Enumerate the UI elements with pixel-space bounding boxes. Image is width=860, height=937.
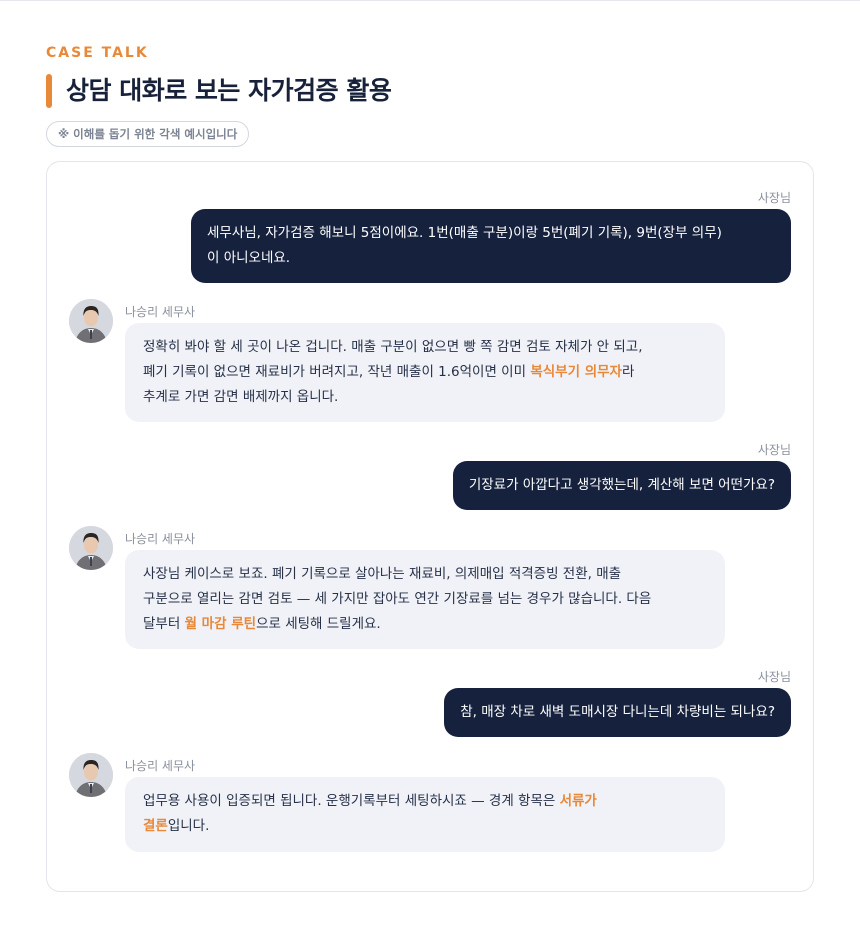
advisor-message-bubble: 정확히 봐야 할 세 곳이 나온 겁니다. 매출 구분이 없으면 빵 쪽 감면 … — [125, 323, 725, 422]
owner-message-bubble: 기장료가 아깝다고 생각했는데, 계산해 보면 어떤가요? — [452, 461, 791, 510]
message-line: 세무사님, 자가검증 해보니 5점이에요. 1번(매출 구분)이랑 5번(폐기 … — [207, 225, 722, 241]
message-line: 기장료가 아깝다고 생각했는데, 계산해 보면 어떤가요? — [468, 477, 775, 493]
owner-speaker-label: 사장님 — [757, 670, 791, 684]
message-line: 결론입니다. — [143, 814, 707, 839]
advisor-name-label: 나승리 세무사 — [125, 305, 196, 319]
advisor-name-label: 나승리 세무사 — [125, 532, 196, 546]
highlight-term: 서류가 — [559, 793, 597, 809]
highlight-term: 월 마감 루틴 — [184, 616, 257, 632]
advisor-avatar — [69, 526, 113, 570]
disclaimer-badge: ※ 이해를 돕기 위한 각색 예시입니다 — [46, 121, 250, 147]
message-text: 으로 세팅해 드릴게요. — [256, 616, 381, 632]
title-accent-bar — [46, 74, 52, 108]
advisor-message-bubble: 사장님 케이스로 보죠. 폐기 기록으로 살아나는 재료비, 의제매입 적격증빙… — [125, 550, 725, 649]
person-icon — [69, 753, 113, 797]
message-text: 업무용 사용이 입증되면 됩니다. 운행기록부터 세팅하시죠 — 경계 항목은 — [143, 793, 560, 809]
message-line: 폐기 기록이 없으면 재료비가 버려지고, 작년 매출이 1.6억이면 이미 복… — [143, 360, 707, 385]
message-line: 정확히 봐야 할 세 곳이 나온 겁니다. 매출 구분이 없으면 빵 쪽 감면 … — [143, 339, 643, 355]
message-text: 라 — [621, 364, 635, 380]
person-icon — [69, 299, 113, 343]
message-line: 이 아니오네요. — [207, 250, 291, 266]
highlight-term: 복식부기 의무자 — [530, 364, 622, 380]
owner-speaker-label: 사장님 — [757, 443, 791, 457]
owner-message-bubble: 세무사님, 자가검증 해보니 5점이에요. 1번(매출 구분)이랑 5번(폐기 … — [191, 209, 791, 283]
advisor-avatar — [69, 299, 113, 343]
message-line: 달부터 월 마감 루틴으로 세팅해 드릴게요. — [143, 612, 707, 637]
person-icon — [69, 526, 113, 570]
owner-speaker-label: 사장님 — [757, 191, 791, 205]
message-line: 추계로 가면 감면 배제까지 옵니다. — [143, 389, 339, 405]
eyebrow-label: CASE TALK — [46, 45, 149, 61]
message-text: 입니다. — [167, 818, 210, 834]
highlight-term: 결론 — [143, 818, 168, 834]
chat-card: 사장님 세무사님, 자가검증 해보니 5점이에요. 1번(매출 구분)이랑 5번… — [46, 161, 814, 892]
top-divider — [0, 0, 860, 1]
owner-message-bubble: 참, 매장 차로 새벽 도매시장 다니는데 차량비는 되나요? — [444, 688, 791, 737]
advisor-name-label: 나승리 세무사 — [125, 759, 196, 773]
advisor-message-bubble: 업무용 사용이 입증되면 됩니다. 운행기록부터 세팅하시죠 — 경계 항목은 … — [125, 777, 725, 852]
message-text: 폐기 기록이 없으면 재료비가 버려지고, 작년 매출이 1.6억이면 이미 — [143, 364, 531, 380]
page: CASE TALK 상담 대화로 보는 자가검증 활용 ※ 이해를 돕기 위한 … — [0, 0, 860, 937]
message-line: 업무용 사용이 입증되면 됩니다. 운행기록부터 세팅하시죠 — 경계 항목은 … — [143, 789, 707, 814]
message-line: 사장님 케이스로 보죠. 폐기 기록으로 살아나는 재료비, 의제매입 적격증빙… — [143, 566, 622, 582]
message-line: 참, 매장 차로 새벽 도매시장 다니는데 차량비는 되나요? — [460, 704, 775, 720]
message-line: 구분으로 열리는 감면 검토 — 세 가지만 잡아도 연간 기장료를 넘는 경우… — [143, 591, 652, 607]
message-text: 달부터 — [143, 616, 185, 632]
page-title: 상담 대화로 보는 자가검증 활용 — [66, 76, 392, 105]
advisor-avatar — [69, 753, 113, 797]
